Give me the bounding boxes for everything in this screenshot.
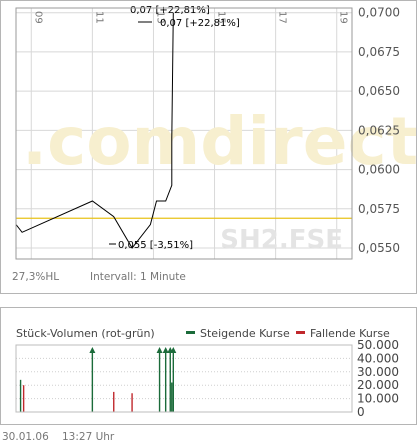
volume-grid	[16, 344, 352, 413]
interval-label: Intervall: 1 Minute	[90, 271, 186, 283]
volume-plot-frame	[15, 344, 353, 413]
price-y-tick-labels: 0,0700 0,0675 0,0650 0,0625 0,0600 0,0575 0,05…	[358, 6, 400, 255]
volume-panel: Stück-Volumen (rot-grün) Steigende Kurse…	[15, 327, 399, 419]
footer-time: 13:27 Uhr	[62, 431, 115, 443]
price-y-tick-label: 0,0700	[358, 6, 400, 20]
hl-label: 27,3%HL	[12, 271, 59, 283]
volume-bars	[19, 347, 177, 412]
price-y-tick-label: 0,0650	[358, 84, 400, 98]
volume-y-tick-label: 50.000	[357, 338, 399, 352]
volume-y-tick-label: 20.000	[357, 378, 399, 392]
volume-y-tick-label: 40.000	[357, 351, 399, 365]
volume-overflow-arrow	[89, 347, 96, 354]
price-x-tick-label: 19	[338, 11, 349, 24]
legend-up-swatch	[186, 331, 195, 334]
price-y-tick-label: 0,0575	[358, 202, 400, 216]
price-x-tick-label: 09	[32, 11, 43, 24]
annotation-high-2: 0,07 [+22,81%]	[160, 18, 240, 29]
volume-overflow-arrow	[156, 347, 163, 354]
legend-down-swatch	[296, 331, 305, 334]
price-x-tick-label: 11	[93, 11, 104, 24]
annotation-low: 0,055 [-3,51%]	[118, 240, 193, 251]
price-y-tick-label: 0,0550	[358, 241, 400, 255]
footer-date: 30.01.06	[2, 431, 49, 443]
price-x-tick-label: 17	[277, 11, 288, 24]
volume-y-tick-labels: 50.00040.00030.00020.00010.0000	[357, 338, 399, 419]
annotation-high-1: 0,07 [+22,81%]	[130, 5, 210, 16]
price-y-tick-label: 0,0625	[358, 123, 400, 137]
symbol-watermark: SH2.FSE	[220, 225, 343, 255]
volume-y-tick-label: 0	[357, 405, 365, 419]
volume-y-tick-label: 10.000	[357, 392, 399, 406]
price-panel: .comdirect SH2.FSE 09 11 13 15 17 19 0,07000,…	[15, 5, 417, 260]
volume-y-tick-label: 30.000	[357, 365, 399, 379]
price-y-tick-label: 0,0675	[358, 45, 400, 59]
chart-canvas: .comdirect SH2.FSE 09 11 13 15 17 19 0,07000,…	[0, 0, 417, 443]
price-y-tick-label: 0,0600	[358, 163, 400, 177]
volume-title: Stück-Volumen (rot-grün)	[16, 327, 155, 340]
volume-panel-border	[0, 307, 417, 425]
legend-up-label: Steigende Kurse	[200, 327, 290, 340]
